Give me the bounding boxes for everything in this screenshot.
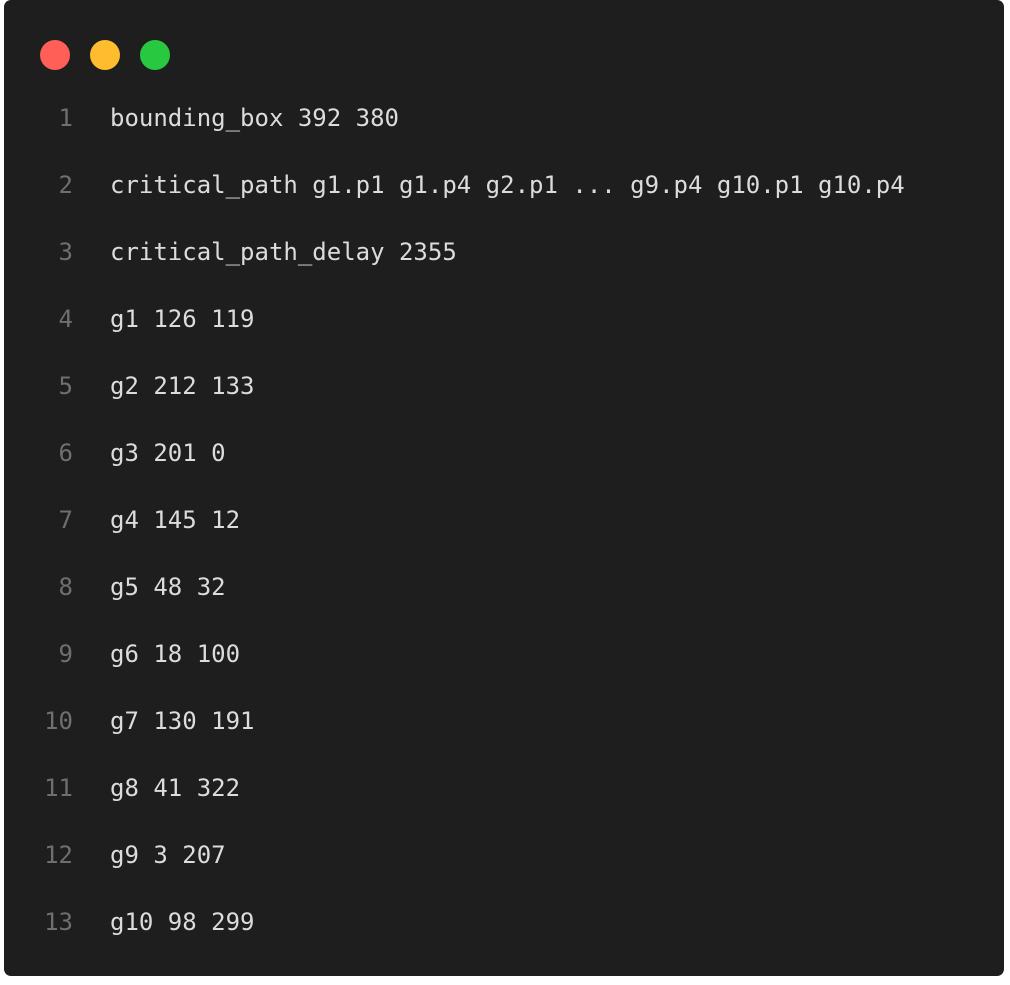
line-text: critical_path_delay 2355 [110, 238, 457, 266]
code-line: 3 critical_path_delay 2355 [4, 219, 1004, 286]
line-text: g1 126 119 [110, 305, 255, 333]
code-line: 12 g9 3 207 [4, 822, 1004, 889]
line-text: g8 41 322 [110, 774, 241, 802]
line-text: g9 3 207 [110, 841, 226, 869]
window-controls [40, 40, 170, 70]
line-number: 7 [58, 506, 73, 534]
line-text: g7 130 191 [110, 707, 255, 735]
code-line: 8 g5 48 32 [4, 554, 1004, 621]
line-number: 5 [58, 372, 73, 400]
code-window: 1 bounding_box 392 380 2 critical_path g1.… [4, 0, 1004, 976]
line-text: g6 18 100 [110, 640, 241, 668]
line-number: 3 [58, 238, 73, 266]
line-text: g10 98 299 [110, 908, 255, 936]
line-text: g2 212 133 [110, 372, 255, 400]
maximize-dot-icon[interactable] [140, 40, 170, 70]
line-number: 11 [44, 774, 73, 802]
code-line: 10 g7 130 191 [4, 688, 1004, 755]
code-line: 1 bounding_box 392 380 [4, 85, 1004, 152]
line-number: 12 [44, 841, 73, 869]
line-number: 13 [44, 908, 73, 936]
minimize-dot-icon[interactable] [90, 40, 120, 70]
line-text: bounding_box 392 380 [110, 104, 399, 132]
code-line: 5 g2 212 133 [4, 353, 1004, 420]
line-text: g4 145 12 [110, 506, 241, 534]
code-line: 9 g6 18 100 [4, 621, 1004, 688]
line-text: g3 201 0 [110, 439, 226, 467]
line-number: 8 [58, 573, 73, 601]
line-number: 10 [44, 707, 73, 735]
line-number: 4 [58, 305, 73, 333]
close-dot-icon[interactable] [40, 40, 70, 70]
code-line: 4 g1 126 119 [4, 286, 1004, 353]
line-number: 6 [58, 439, 73, 467]
code-line: 11 g8 41 322 [4, 755, 1004, 822]
code-line: 6 g3 201 0 [4, 420, 1004, 487]
line-number: 1 [58, 104, 73, 132]
line-number: 9 [58, 640, 73, 668]
line-text: g5 48 32 [110, 573, 226, 601]
line-number: 2 [58, 171, 73, 199]
code-line: 7 g4 145 12 [4, 487, 1004, 554]
line-text: critical_path g1.p1 g1.p4 g2.p1 ... g9.p… [110, 171, 905, 199]
code-line: 2 critical_path g1.p1 g1.p4 g2.p1 ... g9.… [4, 152, 1004, 219]
code-block: 1 bounding_box 392 380 2 critical_path g1.… [4, 85, 1004, 956]
code-line: 13 g10 98 299 [4, 889, 1004, 956]
